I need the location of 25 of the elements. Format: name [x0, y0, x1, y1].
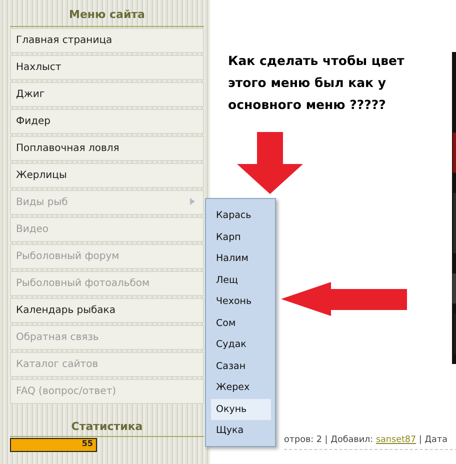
submenu-item[interactable]: Окунь	[211, 398, 271, 420]
menu-item[interactable]: Жерлицы	[10, 163, 204, 188]
menu-item[interactable]: Нахлыст	[10, 55, 204, 80]
submenu-item[interactable]: Карась	[211, 205, 271, 226]
submenu-item[interactable]: Сом	[211, 312, 271, 334]
counter-badge: 55	[10, 438, 97, 452]
menu-item[interactable]: Джиг	[10, 82, 204, 107]
question-text: Как сделать чтобы цвет этого меню был как у основного меню ?????	[228, 52, 406, 114]
menu-item[interactable]: Поплавочная ловля	[10, 136, 204, 161]
menu-item[interactable]: Фидер	[10, 109, 204, 134]
menu-title: Меню сайта	[10, 0, 204, 27]
submenu-item[interactable]: Щука	[211, 420, 271, 442]
submenu-item[interactable]: Чехонь	[211, 291, 271, 312]
author-link[interactable]: sanset87	[376, 435, 416, 445]
submenu-item[interactable]: Налим	[211, 248, 271, 270]
submenu-item[interactable]: Судак	[211, 334, 271, 356]
submenu-item[interactable]: Карп	[211, 226, 271, 248]
stats-title: Статистика	[10, 406, 204, 437]
submenu-item[interactable]: Сазан	[211, 356, 271, 377]
menu-item[interactable]: Календарь рыбака	[10, 298, 204, 323]
menu-item[interactable]: Главная страница	[10, 28, 204, 53]
down-arrow	[237, 132, 303, 194]
submenu-item[interactable]: Лещ	[211, 270, 271, 291]
submenu-item[interactable]: Жерех	[211, 377, 271, 398]
post-info: отров: 2 | Добавил: sanset87 | Дата	[284, 435, 456, 450]
